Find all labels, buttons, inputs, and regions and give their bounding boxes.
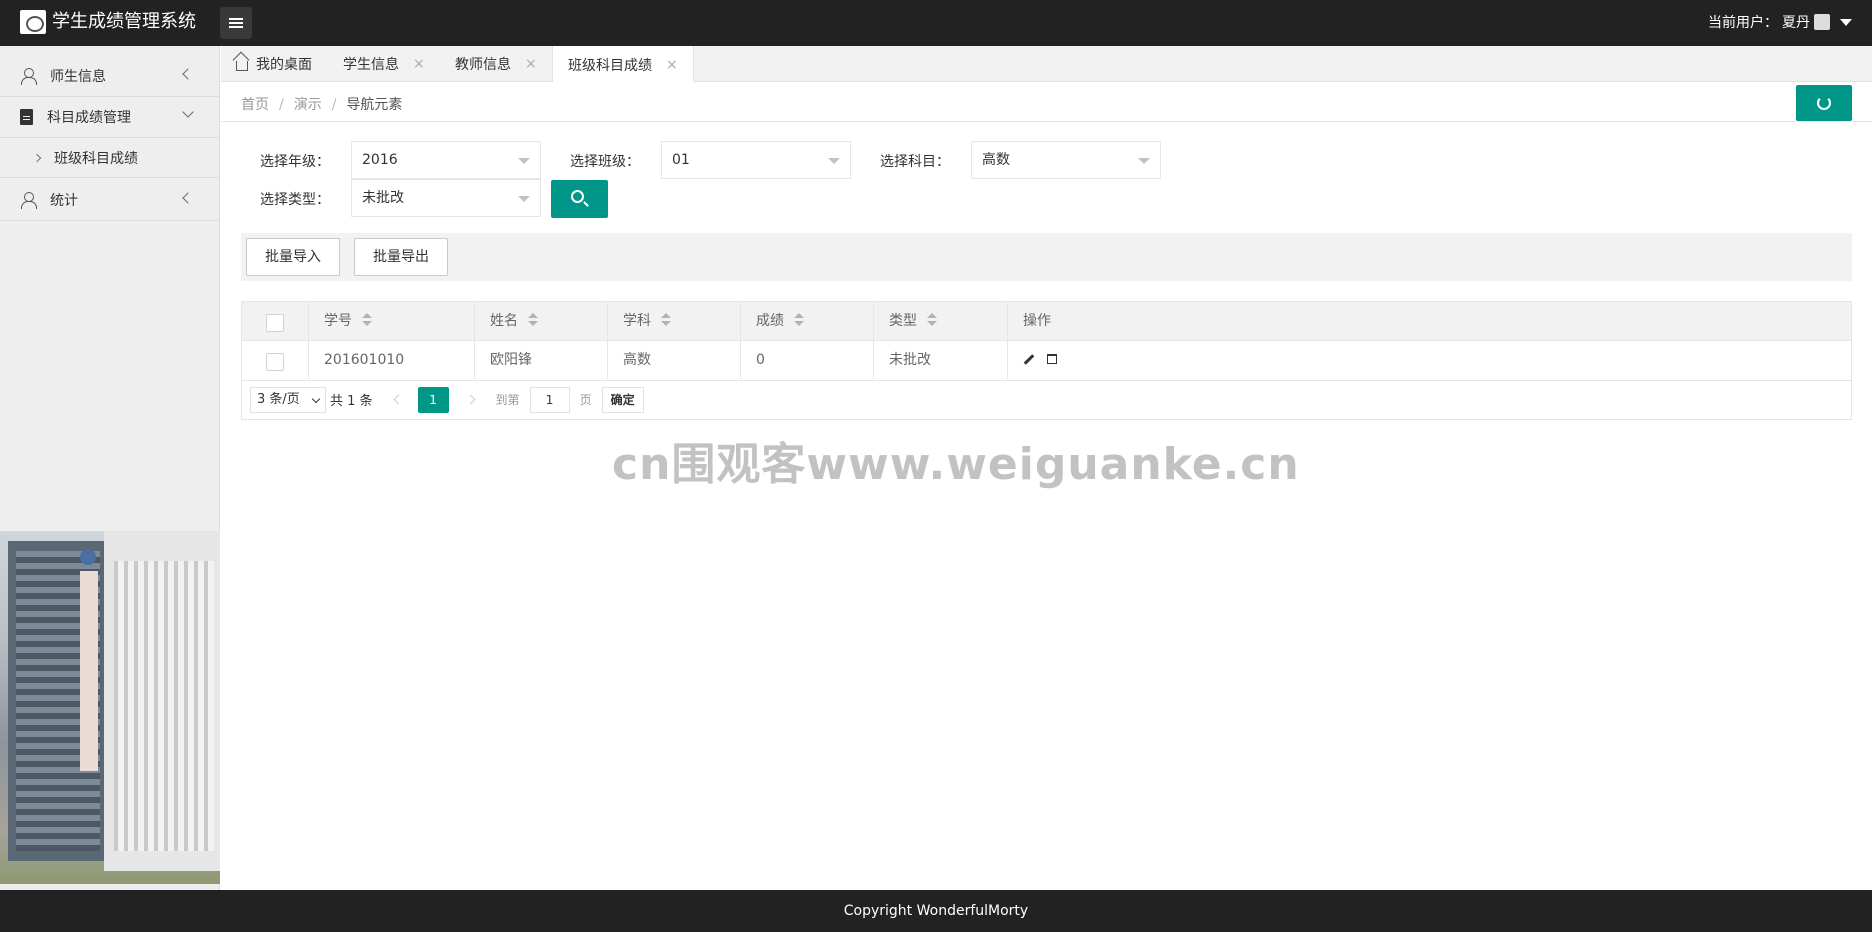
tab-my-desktop[interactable]: 我的桌面 <box>236 46 312 82</box>
tab-bar: 我的桌面 学生信息 × 教师信息 × 班级科目成绩 × <box>221 46 1872 83</box>
sort-icon[interactable] <box>927 313 937 327</box>
refresh-button[interactable] <box>1796 85 1852 121</box>
menu-toggle-button[interactable] <box>220 7 252 39</box>
user-icon <box>20 68 37 85</box>
tab-student-info[interactable]: 学生信息 × <box>343 46 425 82</box>
batch-import-button[interactable]: 批量导入 <box>246 238 340 276</box>
caret-down-icon <box>1840 18 1852 26</box>
cell-type: 未批改 <box>874 341 1008 379</box>
sort-icon[interactable] <box>528 313 538 327</box>
pagination: 3 条/页 共 1 条 1 到第 1 页 确定 <box>241 380 1852 420</box>
footer: Copyright WonderfulMorty <box>0 890 1872 932</box>
class-select[interactable]: 01 <box>661 141 851 179</box>
action-toolbar: 批量导入 批量导出 <box>241 233 1852 281</box>
cell-name: 欧阳锋 <box>475 341 608 379</box>
edit-icon[interactable] <box>1023 354 1035 365</box>
chevron-left-icon <box>182 68 194 80</box>
sidebar-item-teacher-student-info[interactable]: 师生信息 <box>0 56 220 97</box>
column-header-type[interactable]: 类型 <box>874 302 1008 340</box>
next-page-icon[interactable] <box>465 394 475 405</box>
breadcrumb-demo[interactable]: 演示 <box>294 97 322 113</box>
cell-subject: 高数 <box>608 341 741 379</box>
avatar <box>1814 14 1830 30</box>
sort-icon[interactable] <box>362 313 372 327</box>
subject-label: 选择科目： <box>880 154 950 170</box>
search-icon <box>571 190 584 203</box>
dropdown-arrow-icon <box>518 196 530 202</box>
tab-teacher-info[interactable]: 教师信息 × <box>455 46 537 82</box>
sidebar-item-label: 师生信息 <box>50 69 106 85</box>
goto-page-input[interactable]: 1 <box>529 386 570 413</box>
chevron-down-icon <box>182 106 194 118</box>
sidebar-item-subject-score-management[interactable]: 科目成绩管理 <box>0 97 220 138</box>
dropdown-arrow-icon <box>828 158 840 164</box>
class-label: 选择班级： <box>570 154 640 170</box>
column-header-student-id[interactable]: 学号 <box>309 302 475 340</box>
column-header-actions: 操作 <box>1023 313 1051 329</box>
dropdown-arrow-icon <box>1138 158 1150 164</box>
table-row: 201601010 欧阳锋 高数 0 未批改 <box>242 341 1851 380</box>
type-select[interactable]: 未批改 <box>351 179 541 217</box>
cell-actions <box>1008 341 1851 379</box>
batch-export-button[interactable]: 批量导出 <box>354 238 448 276</box>
sidebar-subitem-label: 班级科目成绩 <box>54 150 138 167</box>
user-icon <box>20 192 37 209</box>
page-unit-label: 页 <box>579 393 592 407</box>
chevron-left-icon <box>182 192 194 204</box>
column-header-score[interactable]: 成绩 <box>741 302 874 340</box>
current-page-button[interactable]: 1 <box>417 386 449 413</box>
sidebar: 师生信息 科目成绩管理 班级科目成绩 统计 <box>0 46 220 890</box>
current-user-label: 当前用户： <box>1708 15 1778 31</box>
goto-confirm-button[interactable]: 确定 <box>601 386 644 413</box>
sidebar-item-statistics[interactable]: 统计 <box>0 180 220 221</box>
current-user-menu[interactable]: 当前用户： 夏丹 <box>1708 12 1852 32</box>
dropdown-arrow-icon <box>518 158 530 164</box>
breadcrumb-bar: 首页 / 演示 / 导航元素 <box>221 82 1872 122</box>
chevron-down-icon <box>311 394 321 403</box>
row-checkbox[interactable] <box>266 353 284 371</box>
grade-select[interactable]: 2016 <box>351 141 541 179</box>
breadcrumb: 首页 / 演示 / 导航元素 <box>241 97 403 113</box>
close-icon[interactable]: × <box>666 57 678 73</box>
refresh-icon <box>1817 96 1831 110</box>
app-logo <box>20 10 46 34</box>
close-icon[interactable]: × <box>413 56 425 72</box>
sort-icon[interactable] <box>661 313 671 327</box>
campus-building-photo <box>0 531 220 884</box>
column-header-subject[interactable]: 学科 <box>608 302 741 340</box>
type-label: 选择类型： <box>260 192 330 208</box>
score-table: 学号 姓名 学科 成绩 类型 操作 201601010 欧阳锋 高数 0 未批改 <box>241 301 1852 381</box>
watermark-text: cn围观客www.weiguanke.cn <box>612 439 1300 490</box>
search-button[interactable] <box>551 180 608 218</box>
menu-icon <box>229 18 243 20</box>
page-size-select[interactable]: 3 条/页 <box>250 386 326 413</box>
column-header-name[interactable]: 姓名 <box>475 302 608 340</box>
chevron-right-icon <box>32 153 42 162</box>
select-all-checkbox[interactable] <box>266 314 284 332</box>
sidebar-item-label: 科目成绩管理 <box>47 110 131 126</box>
delete-icon[interactable] <box>1047 354 1058 364</box>
cell-score: 0 <box>741 341 874 379</box>
tab-class-subject-score[interactable]: 班级科目成绩 × <box>552 46 694 83</box>
home-icon <box>236 61 248 71</box>
prev-page-icon[interactable] <box>393 394 403 405</box>
document-icon <box>20 109 33 125</box>
cell-student-id: 201601010 <box>309 341 475 379</box>
sidebar-subitem-class-subject-score[interactable]: 班级科目成绩 <box>0 138 220 178</box>
current-user-name: 夏丹 <box>1782 15 1810 31</box>
top-header: 学生成绩管理系统 当前用户： 夏丹 <box>0 0 1872 46</box>
close-icon[interactable]: × <box>525 56 537 72</box>
grade-label: 选择年级： <box>260 154 330 170</box>
app-title: 学生成绩管理系统 <box>52 11 196 32</box>
total-count: 共 1 条 <box>330 394 373 409</box>
goto-label: 到第 <box>495 393 520 407</box>
breadcrumb-home[interactable]: 首页 <box>241 97 269 113</box>
sidebar-item-label: 统计 <box>50 193 78 209</box>
sort-icon[interactable] <box>794 313 804 327</box>
breadcrumb-current: 导航元素 <box>346 97 403 113</box>
subject-select[interactable]: 高数 <box>971 141 1161 179</box>
table-header: 学号 姓名 学科 成绩 类型 操作 <box>242 302 1851 341</box>
